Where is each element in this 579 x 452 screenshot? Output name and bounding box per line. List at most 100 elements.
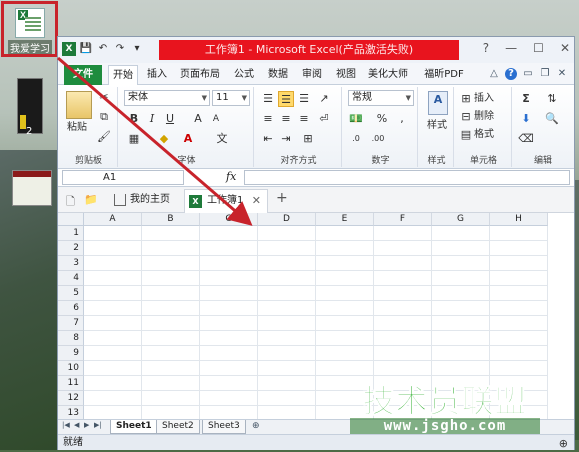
shrink-font-icon[interactable]: A bbox=[208, 111, 224, 127]
clear-icon[interactable]: ⌫ bbox=[518, 131, 534, 147]
minimize-ribbon-icon[interactable]: △ bbox=[488, 68, 500, 80]
next-sheet-icon[interactable]: ▶ bbox=[84, 421, 89, 429]
decrease-indent-icon[interactable]: ⇤ bbox=[260, 131, 276, 147]
customize-qat-icon[interactable]: ▾ bbox=[130, 42, 144, 56]
tab-workbook1[interactable]: X 工作簿1 ✕ bbox=[184, 189, 268, 213]
tab-formulas[interactable]: 公式 bbox=[230, 65, 258, 85]
grid-cell[interactable] bbox=[84, 331, 142, 346]
grid-cell[interactable] bbox=[84, 316, 142, 331]
currency-icon[interactable]: 💵 bbox=[348, 111, 364, 127]
grid-cell[interactable] bbox=[374, 301, 432, 316]
paste-icon[interactable] bbox=[66, 91, 92, 119]
border-icon[interactable]: ▦ bbox=[126, 131, 142, 147]
grid-cell[interactable] bbox=[258, 361, 316, 376]
window-close-icon[interactable]: ✕ bbox=[556, 68, 568, 80]
maximize-button[interactable]: ☐ bbox=[533, 41, 544, 55]
formula-input[interactable] bbox=[244, 170, 570, 185]
grid-cell[interactable] bbox=[316, 226, 374, 241]
new-document-icon[interactable]: 🗋 bbox=[66, 193, 75, 212]
row-header[interactable]: 1 bbox=[58, 226, 84, 241]
styles-icon[interactable]: A bbox=[428, 91, 448, 115]
delete-cells-button[interactable]: 删除 bbox=[474, 110, 508, 124]
ribbon-help-icon[interactable]: ? bbox=[505, 68, 517, 80]
grid-cell[interactable] bbox=[200, 226, 258, 241]
new-tab-icon[interactable]: + bbox=[276, 190, 288, 206]
grid-cell[interactable] bbox=[258, 226, 316, 241]
cut-icon[interactable]: ✂ bbox=[96, 89, 112, 105]
tab-my-homepage[interactable]: 我的主页 bbox=[108, 189, 182, 213]
grid-cell[interactable] bbox=[200, 301, 258, 316]
grid-cell[interactable] bbox=[490, 346, 548, 361]
grid-cell[interactable] bbox=[200, 361, 258, 376]
row-header[interactable]: 9 bbox=[58, 346, 84, 361]
align-center-icon[interactable]: ≡ bbox=[278, 111, 294, 127]
grid-cell[interactable] bbox=[84, 271, 142, 286]
grid-cell[interactable] bbox=[316, 256, 374, 271]
tab-view[interactable]: 视图 bbox=[332, 65, 360, 85]
delete-cells-icon[interactable]: ⊟ bbox=[458, 109, 474, 125]
column-header[interactable]: B bbox=[142, 213, 200, 226]
grid-cell[interactable] bbox=[84, 406, 142, 419]
paste-button[interactable]: 粘贴 bbox=[62, 121, 92, 135]
row-header[interactable]: 10 bbox=[58, 361, 84, 376]
grid-cell[interactable] bbox=[84, 346, 142, 361]
first-sheet-icon[interactable]: |◀ bbox=[62, 421, 70, 429]
grid-cell[interactable] bbox=[142, 331, 200, 346]
grid-cell[interactable] bbox=[142, 256, 200, 271]
grid-cell[interactable] bbox=[374, 256, 432, 271]
autosum-icon[interactable]: Σ bbox=[518, 91, 534, 107]
tab-data[interactable]: 数据 bbox=[264, 65, 292, 85]
grid-cell[interactable] bbox=[258, 331, 316, 346]
select-all-corner[interactable] bbox=[58, 213, 84, 226]
undo-icon[interactable]: ↶ bbox=[96, 42, 110, 56]
grow-font-icon[interactable]: A bbox=[190, 111, 206, 127]
grid-cell[interactable] bbox=[316, 241, 374, 256]
grid-cell[interactable] bbox=[142, 391, 200, 406]
name-box[interactable]: A1 bbox=[62, 170, 184, 185]
grid-cell[interactable] bbox=[84, 301, 142, 316]
column-header[interactable]: A bbox=[84, 213, 142, 226]
orientation-icon[interactable]: ↗ bbox=[316, 91, 332, 107]
grid-cell[interactable] bbox=[84, 361, 142, 376]
insert-cells-icon[interactable]: ⊞ bbox=[458, 91, 474, 107]
tab-beautify-master[interactable]: 美化大师 bbox=[364, 65, 412, 85]
grid-cell[interactable] bbox=[142, 271, 200, 286]
align-middle-icon[interactable]: ☰ bbox=[278, 91, 294, 107]
column-header[interactable]: G bbox=[432, 213, 490, 226]
tab-foxit-pdf[interactable]: 福昕PDF bbox=[418, 65, 470, 85]
font-color-icon[interactable]: A bbox=[180, 131, 196, 147]
grid-cell[interactable] bbox=[374, 271, 432, 286]
insert-function-icon[interactable]: fx bbox=[226, 170, 236, 183]
find-select-icon[interactable]: 🔍 bbox=[544, 111, 560, 127]
sheet-tab-1[interactable]: Sheet1 bbox=[110, 420, 158, 434]
row-header[interactable]: 2 bbox=[58, 241, 84, 256]
grid-cell[interactable] bbox=[142, 346, 200, 361]
grid-cell[interactable] bbox=[316, 316, 374, 331]
grid-cell[interactable] bbox=[374, 226, 432, 241]
number-format-box[interactable]: 常规 ▼ bbox=[348, 90, 414, 106]
prev-sheet-icon[interactable]: ◀ bbox=[74, 421, 79, 429]
fill-icon[interactable]: ⬇ bbox=[518, 111, 534, 127]
underline-icon[interactable]: U bbox=[162, 111, 178, 127]
column-header[interactable]: D bbox=[258, 213, 316, 226]
grid-cell[interactable] bbox=[432, 226, 490, 241]
close-button[interactable]: ✕ bbox=[560, 41, 570, 55]
grid-cell[interactable] bbox=[200, 316, 258, 331]
excel-app-icon[interactable]: X bbox=[62, 42, 76, 56]
comma-style-icon[interactable]: , bbox=[394, 111, 410, 127]
grid-cell[interactable] bbox=[316, 301, 374, 316]
merge-center-icon[interactable]: ⊞ bbox=[300, 131, 316, 147]
grid-cell[interactable] bbox=[490, 301, 548, 316]
grid-cell[interactable] bbox=[490, 226, 548, 241]
format-painter-icon[interactable]: 🖌 bbox=[96, 129, 112, 145]
grid-cell[interactable] bbox=[374, 361, 432, 376]
grid-cell[interactable] bbox=[258, 376, 316, 391]
format-cells-icon[interactable]: ▤ bbox=[458, 127, 474, 143]
increase-indent-icon[interactable]: ⇥ bbox=[278, 131, 294, 147]
grid-cell[interactable] bbox=[142, 301, 200, 316]
align-left-icon[interactable]: ≡ bbox=[260, 111, 276, 127]
row-header[interactable]: 4 bbox=[58, 271, 84, 286]
format-cells-button[interactable]: 格式 bbox=[474, 128, 508, 142]
phonetic-icon[interactable]: 文 bbox=[214, 131, 230, 147]
styles-button[interactable]: 样式 bbox=[422, 119, 452, 133]
